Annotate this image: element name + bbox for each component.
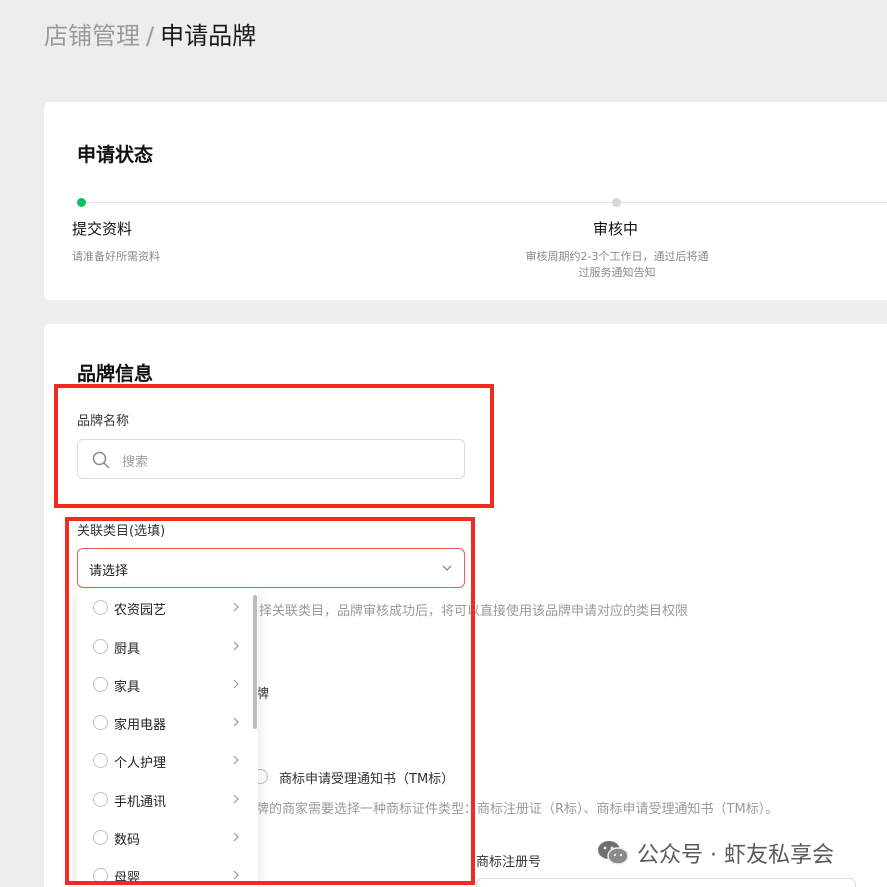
- breadcrumb-separator: /: [146, 22, 155, 50]
- step-review-title: 审核中: [593, 220, 639, 238]
- step-review-description-line2: 过服务通知告知: [578, 266, 656, 279]
- step-review-dot: [612, 198, 621, 207]
- brand-section-title: 品牌信息: [77, 363, 154, 385]
- trademark-reg-no-input[interactable]: [476, 878, 856, 887]
- status-card: 申请状态 提交资料 请准备好所需资料 审核中 审核周期约2-3个工作日，通过后将…: [44, 102, 887, 300]
- trademark-reg-no-label: 商标注册号: [476, 855, 542, 870]
- step-submit-dot: [77, 198, 86, 207]
- breadcrumb: 店铺管理 / 申请品牌: [44, 20, 256, 52]
- step-review-description: 审核周期约2-3个工作日，通过后将通 过服务通知告知: [517, 249, 717, 281]
- status-section-title: 申请状态: [77, 144, 154, 166]
- highlight-box-brand-name: [54, 384, 494, 508]
- page-title: 申请品牌: [160, 22, 257, 50]
- progress-line: [82, 202, 887, 203]
- watermark-text: 公众号 · 虾友私享会: [637, 843, 834, 868]
- highlight-box-category: [65, 517, 475, 885]
- step-submit-description: 请准备好所需资料: [72, 250, 160, 263]
- step-review-description-line1: 审核周期约2-3个工作日，通过后将通: [525, 250, 709, 263]
- breadcrumb-store-management[interactable]: 店铺管理: [44, 22, 140, 50]
- step-submit-title: 提交资料: [72, 220, 133, 238]
- watermark: 公众号 · 虾友私享会: [597, 836, 834, 870]
- wechat-icon: [598, 841, 629, 865]
